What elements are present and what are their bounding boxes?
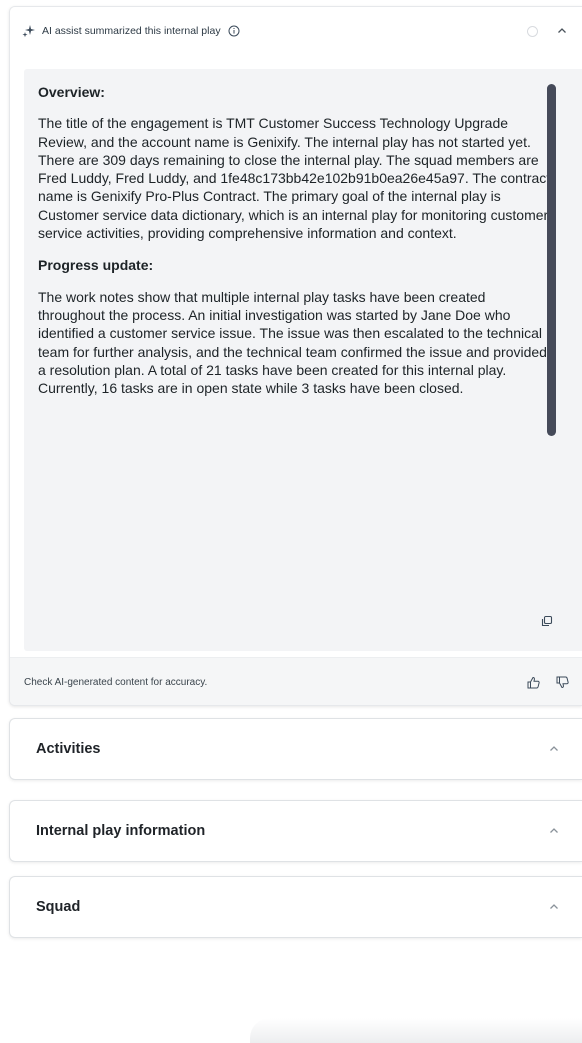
thumbs-down-icon[interactable] <box>555 675 570 690</box>
accordion-squad-title: Squad <box>36 899 81 915</box>
ai-disclaimer: Check AI-generated content for accuracy. <box>24 677 208 688</box>
ai-summary-footer: Check AI-generated content for accuracy. <box>10 657 582 705</box>
copy-icon[interactable] <box>540 614 554 628</box>
ai-summary-body[interactable]: Overview: The title of the engagement is… <box>24 69 582 651</box>
chevron-up-icon[interactable] <box>556 25 568 37</box>
accordion-activities-title: Activities <box>36 741 101 757</box>
scrollbar-thumb[interactable] <box>547 84 556 436</box>
ai-summary-content: Overview: The title of the engagement is… <box>38 83 554 411</box>
overview-heading: Overview: <box>38 84 105 100</box>
ai-summary-header[interactable]: AI assist summarized this internal play <box>10 7 582 55</box>
accordion-squad[interactable]: Squad <box>9 876 582 938</box>
progress-update-heading: Progress update: <box>38 257 154 274</box>
thumbs-up-icon[interactable] <box>526 675 541 690</box>
ai-summary-card: AI assist summarized this internal play … <box>9 6 582 706</box>
page: AI assist summarized this internal play … <box>0 0 582 1043</box>
overview-text: The title of the engagement is TMT Custo… <box>38 115 551 242</box>
bottom-edge-shadow <box>250 1018 582 1043</box>
progress-update-text: The work notes show that multiple intern… <box>38 288 547 397</box>
accordion-internal-play-information-title: Internal play information <box>36 823 206 839</box>
ai-summary-title: AI assist summarized this internal play <box>42 25 221 37</box>
spinner-icon <box>527 25 538 37</box>
accordion-activities[interactable]: Activities <box>9 718 582 780</box>
chevron-up-icon[interactable] <box>548 825 560 837</box>
accordion-internal-play-information[interactable]: Internal play information <box>9 800 582 862</box>
info-icon[interactable] <box>228 25 240 37</box>
chevron-up-icon[interactable] <box>548 743 560 755</box>
chevron-up-icon[interactable] <box>548 901 560 913</box>
sparkle-icon <box>22 24 36 38</box>
